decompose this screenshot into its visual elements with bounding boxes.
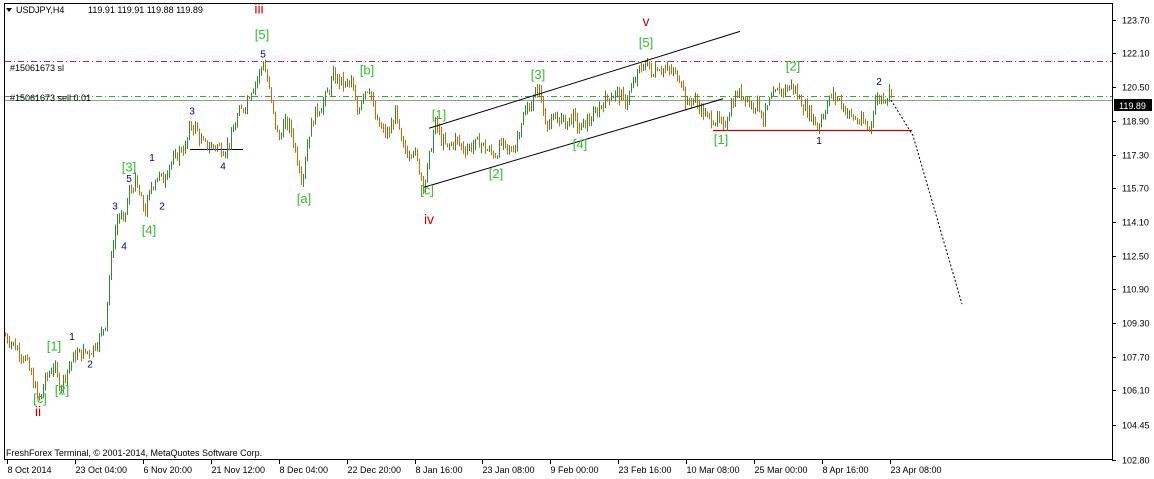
- y-tick-label: 118.90: [1122, 117, 1149, 127]
- header-ohlc: 119.91 119.91 119.88 119.89: [88, 5, 203, 15]
- price-chart[interactable]: ii[c][1][2]12345[3][4]1234iii[5]5[a][b][…: [0, 0, 1154, 479]
- order-sl-label: #15061673 sl: [10, 63, 64, 73]
- x-tick-label: 9 Feb 00:00: [551, 465, 599, 475]
- y-tick-label: 114.10: [1122, 218, 1149, 228]
- y-tick-label: 112.50: [1122, 252, 1149, 262]
- order-sell-label: #15061673 sell 0.01: [10, 93, 91, 103]
- wave-label: [1]: [714, 132, 728, 147]
- wave-label: [5]: [255, 27, 269, 42]
- x-tick-label: 25 Mar 00:00: [755, 465, 808, 475]
- x-tick-label: 10 Mar 08:00: [687, 465, 740, 475]
- y-tick-label: 122.10: [1122, 49, 1150, 59]
- wave-label: 3: [112, 201, 118, 212]
- wave-label: [b]: [360, 63, 374, 78]
- y-tick-label: 117.30: [1122, 151, 1149, 161]
- y-tick-label: 102.80: [1122, 456, 1150, 466]
- wave-label: 3: [189, 107, 195, 118]
- wave-label: [c]: [33, 391, 47, 406]
- y-tick-label: 104.45: [1122, 421, 1150, 431]
- x-tick-label: 8 Apr 16:00: [823, 465, 869, 475]
- x-tick-label: 8 Oct 2014: [8, 465, 52, 475]
- copyright-text: FreshForex Terminal, © 2001-2014, MetaQu…: [6, 448, 262, 458]
- x-tick-label: 6 Nov 20:00: [144, 465, 193, 475]
- wave-label: 2: [87, 359, 93, 370]
- header-symbol: USDJPY,H4: [16, 5, 64, 15]
- wave-label: [2]: [489, 166, 503, 181]
- x-tick-label: 22 Dec 20:00: [348, 465, 402, 475]
- wave-label: 1: [69, 332, 75, 343]
- y-tick-label: 109.30: [1122, 319, 1150, 329]
- x-tick-label: 8 Jan 16:00: [416, 465, 463, 475]
- wave-label: [2]: [786, 58, 800, 73]
- wave-label: iv: [424, 211, 434, 227]
- current-price-label: 119.89: [1119, 101, 1146, 111]
- wave-label: [2]: [55, 383, 69, 398]
- wave-label: [3]: [531, 67, 545, 82]
- wave-label: 2: [876, 77, 882, 88]
- x-tick-label: 23 Apr 08:00: [891, 465, 942, 475]
- y-tick-label: 120.50: [1122, 83, 1150, 93]
- wave-label: 4: [220, 161, 226, 172]
- wave-label: [5]: [639, 35, 653, 50]
- y-tick-label: 107.70: [1122, 353, 1150, 363]
- wave-label: [1]: [432, 107, 446, 122]
- wave-label: 5: [260, 50, 266, 61]
- chart-window[interactable]: ii [c] [1] [2] 1 2 3 4 5 [3] [4] 1 2 3 4 iii [5] 5 [a] [b][…: [0, 0, 1154, 479]
- wave-label: [4]: [573, 136, 587, 151]
- y-tick-label: 115.70: [1122, 184, 1149, 194]
- x-tick-label: 21 Nov 12:00: [212, 465, 266, 475]
- wave-label: [1]: [47, 338, 61, 353]
- wave-label: 1: [816, 136, 822, 147]
- x-tick-label: 23 Feb 16:00: [619, 465, 672, 475]
- x-tick-label: 23 Oct 04:00: [76, 465, 128, 475]
- wave-label: 1: [149, 153, 155, 164]
- y-tick-label: 110.90: [1122, 285, 1149, 295]
- wave-label: [4]: [142, 223, 156, 238]
- y-tick-label: 106.10: [1122, 386, 1150, 396]
- chart-background: [0, 0, 1154, 479]
- chart-header: USDJPY,H4 119.91 119.91 119.88 119.89: [6, 5, 203, 15]
- current-price-tag: 119.89: [1114, 99, 1152, 111]
- x-tick-label: 23 Jan 08:00: [483, 465, 535, 475]
- wave-label: 2: [159, 201, 165, 212]
- wave-label: [a]: [297, 191, 311, 206]
- wave-label: v: [643, 13, 650, 29]
- wave-label: [c]: [420, 183, 434, 198]
- y-tick-label: 123.70: [1122, 16, 1150, 26]
- wave-label: 4: [121, 241, 127, 252]
- wave-label: [3]: [122, 159, 136, 174]
- wave-label: iii: [254, 0, 263, 16]
- wave-label: 5: [126, 174, 132, 185]
- x-tick-label: 8 Dec 04:00: [280, 465, 329, 475]
